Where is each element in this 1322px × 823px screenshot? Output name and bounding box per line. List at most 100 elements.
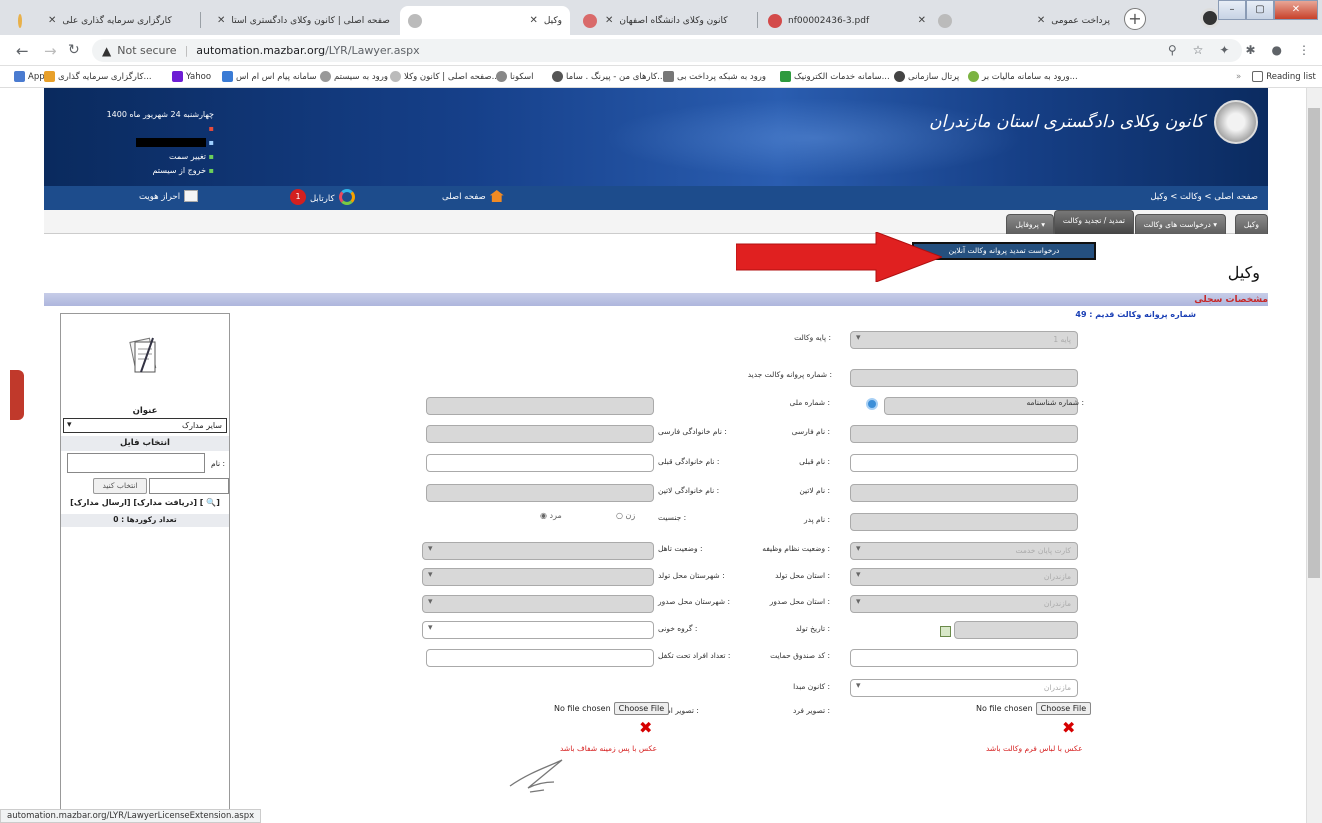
- tab-2-active[interactable]: ✕ وکیل: [400, 6, 570, 35]
- close-icon[interactable]: ✕: [605, 15, 613, 26]
- status-url: automation.mazbar.org/LYR/LawyerLicenseE…: [0, 809, 262, 823]
- close-icon[interactable]: ✕: [918, 15, 926, 26]
- close-icon[interactable]: ✕: [48, 15, 56, 26]
- chevron-down-icon: ▾: [428, 570, 433, 580]
- extension-icon[interactable]: ✦: [1219, 43, 1229, 57]
- last-name-en-input[interactable]: [426, 484, 654, 502]
- bookmark-item[interactable]: سامانه خدمات الکترونیک...: [780, 71, 890, 82]
- birth-province-select[interactable]: ▾ مازندران: [850, 568, 1078, 586]
- bookmark-item[interactable]: ورود به سامانه مالیات بر...: [968, 71, 1078, 82]
- sub-menu: وکیل درخواست های وکالت ▾ تمدید / تجدید و…: [44, 210, 1268, 234]
- reload-icon[interactable]: ↻: [68, 42, 80, 58]
- remove-photo-icon[interactable]: ✖: [1062, 718, 1075, 737]
- gender-female-radio[interactable]: ○ زن: [616, 511, 635, 520]
- gender-male-radio[interactable]: ◉ مرد: [540, 511, 562, 520]
- zoom-icon[interactable]: ⚲: [1168, 43, 1177, 57]
- remove-signature-icon[interactable]: ✖: [639, 718, 652, 737]
- doc-type-select[interactable]: ▾ سایر مدارک: [63, 418, 227, 433]
- minimize-button[interactable]: –: [1218, 0, 1246, 20]
- fund-code-input[interactable]: [850, 649, 1078, 667]
- bookmark-item[interactable]: کارهای من - پیرنگ . ساما...: [552, 71, 665, 82]
- tab-lawyer[interactable]: وکیل: [1234, 214, 1268, 234]
- change-role-link[interactable]: تغییر سمت ▪: [104, 150, 214, 164]
- window-close-button[interactable]: ✕: [1274, 0, 1318, 20]
- birth-date-input[interactable]: [954, 621, 1078, 639]
- bookmark-item[interactable]: ورود به سیستم: [320, 71, 388, 82]
- puzzle-icon[interactable]: ✱: [1245, 43, 1255, 57]
- new-license-input[interactable]: [850, 369, 1078, 387]
- tab-requests[interactable]: درخواست های وکالت ▾: [1134, 214, 1226, 234]
- back-arrow-icon[interactable]: ←: [16, 42, 29, 60]
- tab-1[interactable]: ✕ صفحه اصلی | کانون وکلای دادگستری استا: [205, 6, 395, 35]
- photo-choose-button[interactable]: Choose File: [1035, 702, 1092, 715]
- doc-name-input[interactable]: [67, 453, 205, 473]
- menu-icon[interactable]: ⋮: [1298, 43, 1310, 57]
- reading-list[interactable]: » Reading list: [1236, 71, 1316, 82]
- site-header: چهارشنبه 24 شهریور ماه 1400 ▪ ▪ تغییر سم…: [44, 88, 1268, 186]
- logout-link[interactable]: خروج از سیستم ▪: [104, 164, 214, 178]
- maximize-button[interactable]: ▢: [1246, 0, 1274, 20]
- chevron-down-icon: ▾: [428, 623, 433, 633]
- bookmark-item[interactable]: صفحه اصلی | کانون وکلا...: [390, 71, 500, 82]
- tab-4[interactable]: nf00002436-3.pdf ✕: [760, 6, 960, 35]
- marital-select[interactable]: ▾: [422, 542, 654, 560]
- birth-city-select[interactable]: ▾: [422, 568, 654, 586]
- bookmark-item[interactable]: سامانه پیام اس ام اس: [222, 71, 316, 82]
- blood-group-select[interactable]: ▾: [422, 621, 654, 639]
- military-select[interactable]: ▾ کارت پایان خدمت: [850, 542, 1078, 560]
- home-link[interactable]: صفحه اصلی: [442, 190, 504, 202]
- url-bar[interactable]: ▲ Not secure | automation.mazbar.org /LY…: [92, 39, 1242, 62]
- tab-title: کارگزاری سرمایه گذاری علی: [62, 15, 172, 26]
- tab-title: nf00002436-3.pdf: [788, 15, 870, 26]
- identity-link[interactable]: احراز هویت: [139, 190, 199, 202]
- first-name-fa-input[interactable]: [850, 425, 1078, 443]
- tab-3[interactable]: ✕ کانون وکلای دانشگاه اصفهان: [575, 6, 750, 35]
- issue-province-select[interactable]: ▾ مازندران: [850, 595, 1078, 613]
- photo-file-input[interactable]: No file chosen Choose File: [976, 702, 1094, 715]
- last-name-fa-input[interactable]: [426, 425, 654, 443]
- prev-first-name-input[interactable]: [850, 454, 1078, 472]
- close-icon[interactable]: ✕: [529, 15, 537, 26]
- grade-select[interactable]: ▾ پایه 1: [850, 331, 1078, 349]
- bookmark-item[interactable]: Yahoo: [172, 71, 211, 82]
- bookmark-favicon-icon: [552, 71, 563, 82]
- tab-5[interactable]: ✕ پرداخت عمومی: [968, 6, 1118, 35]
- signature-image: [509, 759, 563, 793]
- forward-arrow-icon[interactable]: →: [44, 42, 57, 60]
- scrollbar-thumb[interactable]: [1308, 108, 1320, 578]
- bookmark-item[interactable]: اسکونا: [496, 71, 534, 82]
- tab-0[interactable]: ✕ کارگزاری سرمایه گذاری علی: [40, 6, 190, 35]
- docs-links[interactable]: [ارسال مدارک] [دریافت مدارک] [ 🔍]: [61, 498, 229, 507]
- star-icon[interactable]: ☆: [1193, 43, 1204, 57]
- signature-choose-button[interactable]: Choose File: [613, 702, 670, 715]
- refresh-icon[interactable]: [866, 398, 878, 410]
- profile-icon[interactable]: [1200, 8, 1220, 28]
- new-tab-button[interactable]: +: [1124, 8, 1146, 30]
- close-icon[interactable]: ✕: [1037, 15, 1045, 26]
- apps-grid-icon: [14, 71, 25, 82]
- issue-city-select[interactable]: ▾: [422, 595, 654, 613]
- choose-button[interactable]: انتخاب کنید: [93, 478, 147, 494]
- tab-renewal[interactable]: تمدید / تجدید وکالت: [1053, 210, 1134, 234]
- calendar-icon[interactable]: [940, 626, 951, 637]
- prev-last-name-input[interactable]: [426, 454, 654, 472]
- bookmark-favicon-icon: [390, 71, 401, 82]
- side-drawer-tab[interactable]: [10, 370, 24, 420]
- origin-bar-label: کانون مبدا :: [793, 682, 830, 691]
- first-name-en-input[interactable]: [850, 484, 1078, 502]
- doc-file-input[interactable]: [149, 478, 229, 494]
- pinned-tab[interactable]: [10, 6, 30, 35]
- origin-bar-select[interactable]: ▾ مازندران: [850, 679, 1078, 697]
- dependents-input[interactable]: [426, 649, 654, 667]
- cartable-link[interactable]: 1 کارتابل: [290, 189, 355, 205]
- account-icon[interactable]: ●: [1272, 43, 1282, 57]
- id-number-input[interactable]: [426, 397, 654, 415]
- signature-file-input[interactable]: No file chosen Choose File: [554, 702, 672, 715]
- bookmark-item[interactable]: پرتال سازمانی: [894, 71, 959, 82]
- bookmark-item[interactable]: ورود به شبکه پرداخت بی: [663, 71, 766, 82]
- bookmark-item[interactable]: کارگزاری سرمایه گذاری...: [44, 71, 152, 82]
- close-icon[interactable]: ✕: [217, 15, 225, 26]
- prev-last-name-label: نام خانوادگی قبلی :: [658, 457, 720, 466]
- father-name-input[interactable]: [850, 513, 1078, 531]
- tab-profile[interactable]: پروفایل ▾: [1006, 214, 1054, 234]
